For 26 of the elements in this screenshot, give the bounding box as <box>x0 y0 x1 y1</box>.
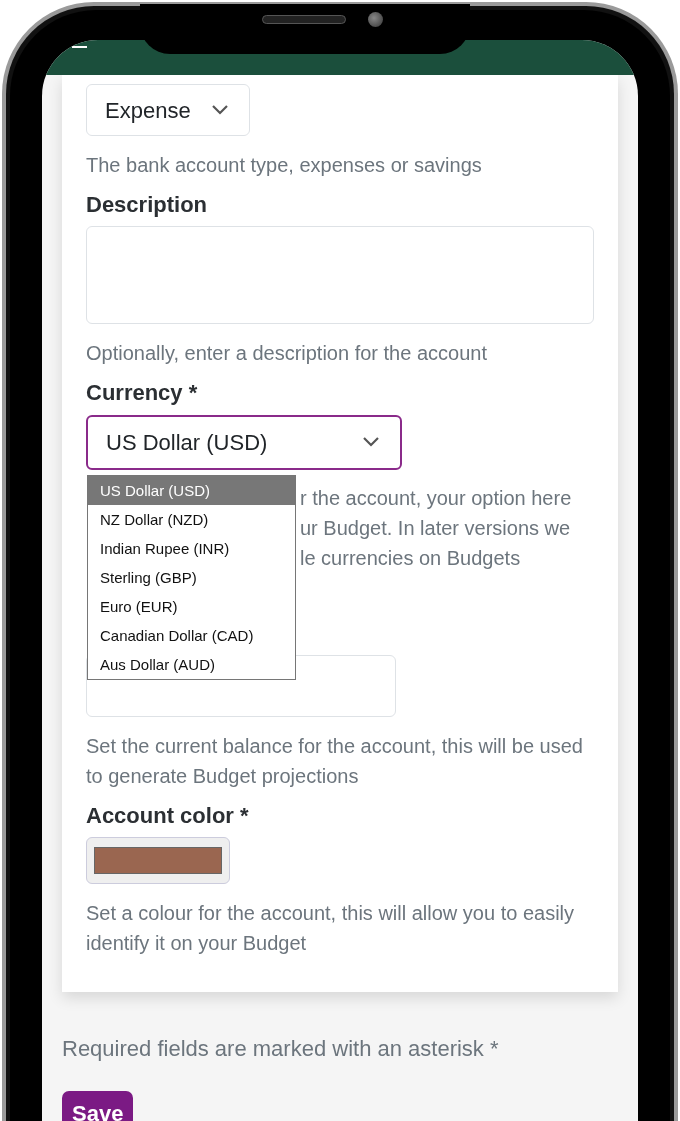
dropdown-option[interactable]: Indian Rupee (INR) <box>88 533 295 563</box>
color-picker[interactable] <box>86 837 230 885</box>
select-field[interactable]: Expense <box>86 84 250 136</box>
required-note: Required fields are marked with an asterisk * <box>62 1035 500 1064</box>
save-button[interactable]: Save <box>62 1091 134 1121</box>
camera-icon <box>368 12 383 27</box>
helper-text: r the account, your option here <box>300 485 573 511</box>
helper-text: ur Budget. In later versions we <box>300 515 572 541</box>
dropdown-option[interactable]: Sterling (GBP) <box>88 562 295 592</box>
field-label: Description <box>86 192 209 219</box>
dropdown-option[interactable]: Canadian Dollar (CAD) <box>88 620 295 650</box>
field-label: Currency * <box>86 380 199 407</box>
dropdown-option[interactable]: Euro (EUR) <box>88 591 295 621</box>
chevron-icon <box>362 436 380 449</box>
chevron-icon <box>211 104 229 116</box>
helper-text: Set the current balance for the account, this will be used to generate Budget projections <box>86 733 584 789</box>
helper-text: Set a colour for the account, this will allow you to easily identify it on your Budget <box>86 901 576 957</box>
helper-text: le currencies on Budgets <box>300 545 522 571</box>
dropdown-option[interactable]: US Dollar (USD) <box>88 475 295 505</box>
helper-text: The bank account type, expenses or savings <box>86 153 483 178</box>
field-label: Account color * <box>86 802 250 830</box>
dropdown-option[interactable]: Aus Dollar (AUD) <box>88 649 295 679</box>
helper-text: Optionally, enter a description for the account <box>86 341 488 367</box>
speaker-icon <box>262 15 346 24</box>
select-field[interactable]: US Dollar (USD) <box>86 414 402 470</box>
dropdown-option[interactable]: NZ Dollar (NZD) <box>88 504 295 534</box>
